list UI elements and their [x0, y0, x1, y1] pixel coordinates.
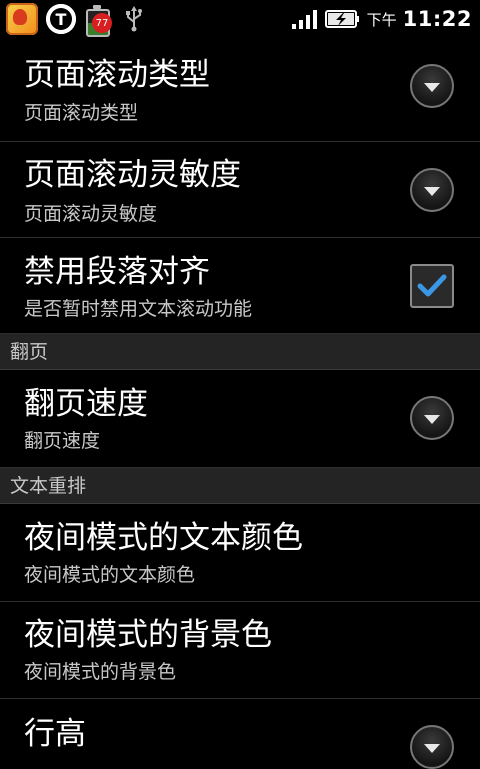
usb-icon: [126, 6, 142, 32]
setting-title: 页面滚动灵敏度: [24, 157, 241, 193]
setting-line-height[interactable]: 行高: [0, 699, 480, 769]
dropdown-button[interactable]: [410, 64, 454, 108]
signal-icon: [291, 10, 317, 29]
battery-charging-icon: [324, 10, 359, 28]
chevron-down-icon: [424, 415, 440, 424]
status-bar-left: T 77: [6, 2, 146, 37]
dropdown-button[interactable]: [410, 396, 454, 440]
setting-summary: 页面滚动灵敏度: [24, 203, 158, 225]
section-header-text-reflow: 文本重排: [0, 468, 480, 504]
setting-title: 夜间模式的文本颜色: [24, 520, 303, 556]
status-ampm: 下午: [366, 10, 397, 29]
app-launcher-icon: [6, 3, 38, 35]
setting-disable-paragraph-align[interactable]: 禁用段落对齐 是否暂时禁用文本滚动功能: [0, 238, 480, 334]
setting-scroll-sensitivity[interactable]: 页面滚动灵敏度 页面滚动灵敏度: [0, 142, 480, 238]
setting-title: 翻页速度: [24, 386, 148, 422]
setting-night-bg-color[interactable]: 夜间模式的背景色 夜间模式的背景色: [0, 602, 480, 699]
setting-summary: 夜间模式的文本颜色: [24, 564, 196, 586]
setting-scroll-type[interactable]: 页面滚动类型 页面滚动类型: [0, 38, 480, 142]
setting-page-turn-speed[interactable]: 翻页速度 翻页速度: [0, 370, 480, 468]
checkmark-icon: [417, 274, 447, 297]
setting-title: 页面滚动类型: [24, 57, 210, 93]
chevron-down-icon: [424, 83, 440, 92]
setting-summary: 夜间模式的背景色: [24, 661, 177, 683]
notification-badge: 77: [92, 13, 112, 33]
status-time: 11:22: [402, 7, 472, 31]
section-label: 文本重排: [10, 475, 87, 497]
section-label: 翻页: [10, 341, 49, 363]
status-bar: T 77 下午 11:22: [0, 0, 480, 38]
setting-title: 行高: [24, 716, 86, 752]
section-header-page-turn: 翻页: [0, 334, 480, 370]
setting-summary: 页面滚动类型: [24, 102, 139, 124]
chevron-down-icon: [424, 744, 440, 753]
setting-summary: 是否暂时禁用文本滚动功能: [24, 298, 253, 320]
dropdown-button[interactable]: [410, 725, 454, 769]
battery-widget-icon: 77: [84, 3, 114, 37]
settings-list: 页面滚动类型 页面滚动类型 页面滚动灵敏度 页面滚动灵敏度 禁用段落对齐 是否暂…: [0, 38, 480, 769]
gear-letter: T: [50, 8, 72, 30]
gear-t-icon: T: [46, 4, 76, 34]
setting-title: 夜间模式的背景色: [24, 617, 272, 653]
setting-summary: 翻页速度: [24, 430, 101, 452]
chevron-down-icon: [424, 187, 440, 196]
checkbox[interactable]: [410, 264, 454, 308]
status-bar-right: 下午 11:22: [291, 0, 472, 38]
dropdown-button[interactable]: [410, 168, 454, 212]
setting-title: 禁用段落对齐: [24, 254, 210, 290]
setting-night-text-color[interactable]: 夜间模式的文本颜色 夜间模式的文本颜色: [0, 504, 480, 602]
